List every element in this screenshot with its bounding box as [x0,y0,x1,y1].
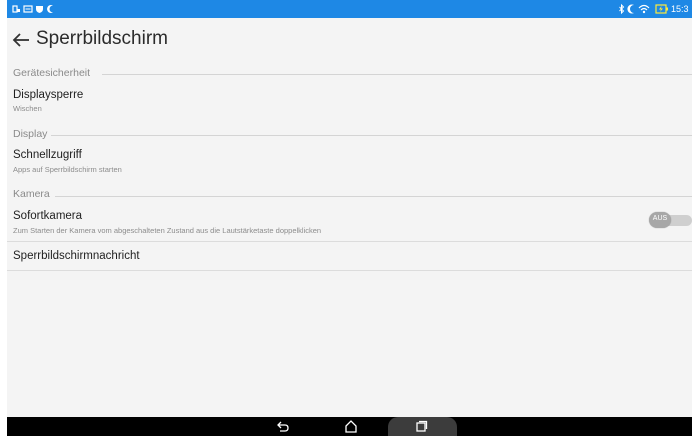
setting-title: Sofortkamera [13,210,83,222]
page-title: Sperrbildschirm [36,28,168,49]
moon-icon [627,4,634,14]
screen: 15:3 Sperrbildschirm Gerätesicherheit Di… [7,0,692,436]
row-divider [7,241,692,242]
section-header-security: Gerätesicherheit [13,67,91,79]
section-divider [55,196,692,197]
navigation-bar [7,417,692,436]
section-header-display: Display [13,128,48,140]
toggle-label: AUS [652,215,668,222]
setting-subtitle: Zum Starten der Kamera vom abgeschaltete… [13,226,322,235]
moon-icon [47,5,53,13]
setting-title: Displaysperre [13,89,84,101]
battery-charging-icon [655,4,668,14]
section-header-camera: Kamera [13,188,50,200]
back-icon[interactable] [276,419,290,434]
section-divider [102,74,692,75]
setting-title: Schnellzugriff [13,149,82,161]
sofortkamera-toggle[interactable]: AUS [649,212,692,228]
setting-subtitle: Apps auf Sperrbildschirm starten [13,165,122,174]
notification-icon [12,5,20,13]
back-arrow-icon[interactable] [10,30,32,50]
setting-subtitle: Wischen [13,104,42,113]
section-divider [51,135,692,136]
bluetooth-icon [619,3,625,15]
setting-title: Sperrbildschirmnachricht [13,250,140,262]
message-icon [23,5,33,13]
app-bar: Sperrbildschirm [7,18,692,62]
screen-edge [0,0,7,436]
clock: 15:3 [671,4,689,14]
wifi-icon [638,4,650,14]
row-divider [7,270,692,271]
status-bar: 15:3 [7,0,692,18]
shield-icon [36,6,43,13]
home-icon[interactable] [344,419,358,434]
recents-icon[interactable] [415,419,429,434]
